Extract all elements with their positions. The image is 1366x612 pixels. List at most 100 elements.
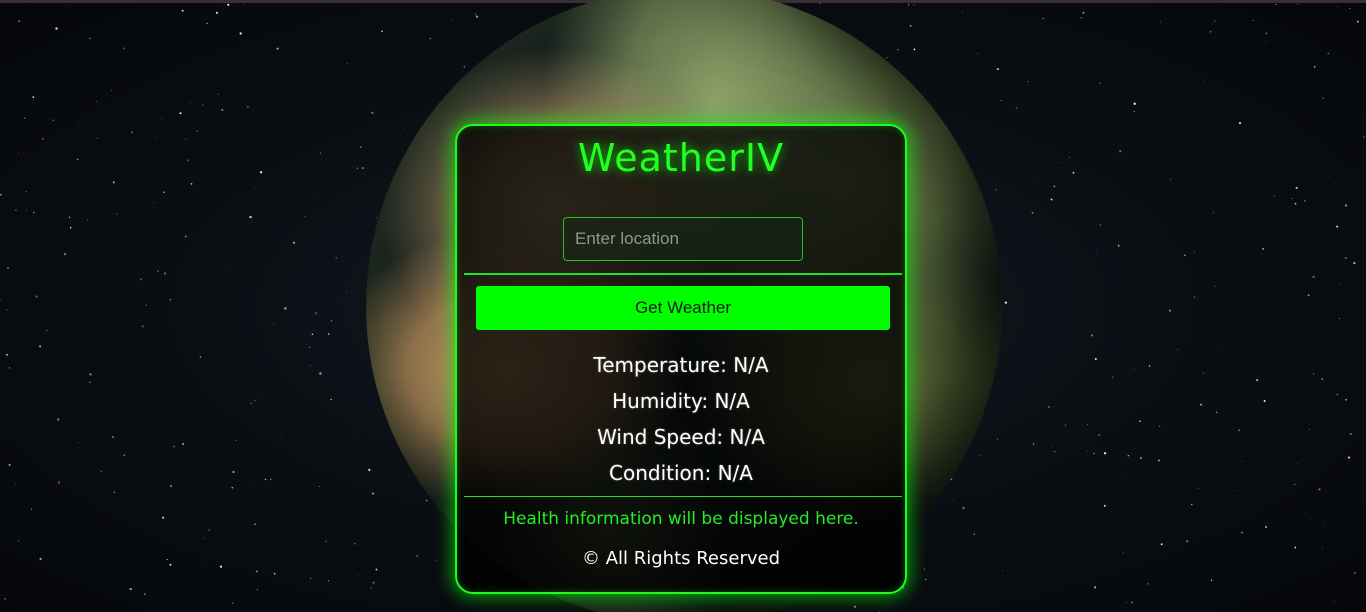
star xyxy=(416,554,419,557)
star xyxy=(368,468,371,471)
star xyxy=(89,381,91,383)
star xyxy=(1318,488,1321,491)
star xyxy=(1202,81,1204,83)
star xyxy=(1334,601,1336,603)
star xyxy=(179,112,182,115)
star xyxy=(32,96,35,99)
star xyxy=(162,516,165,519)
star xyxy=(370,587,373,589)
star xyxy=(1004,301,1008,304)
star xyxy=(31,508,33,510)
star xyxy=(45,329,48,332)
star xyxy=(211,366,213,368)
star xyxy=(68,216,71,218)
get-weather-button[interactable]: Get Weather xyxy=(476,286,890,330)
star xyxy=(1094,586,1097,589)
star xyxy=(215,11,218,14)
star xyxy=(1139,457,1142,459)
star xyxy=(973,533,975,535)
star xyxy=(202,104,204,106)
star xyxy=(1265,32,1268,35)
star xyxy=(353,542,356,545)
star xyxy=(1238,121,1242,125)
star xyxy=(14,209,17,212)
star xyxy=(346,63,348,64)
star xyxy=(961,11,963,13)
star xyxy=(130,131,134,134)
star xyxy=(1000,100,1002,102)
star xyxy=(401,610,403,612)
star xyxy=(239,32,242,35)
star xyxy=(7,267,9,269)
star xyxy=(1191,503,1193,506)
star xyxy=(39,345,42,348)
star xyxy=(202,563,204,565)
star xyxy=(989,197,991,199)
divider xyxy=(464,496,902,497)
star xyxy=(907,4,910,6)
star xyxy=(1124,476,1126,477)
star xyxy=(429,37,432,40)
star xyxy=(1307,294,1310,297)
humidity-reading: Humidity: N/A xyxy=(612,389,750,413)
star xyxy=(1117,244,1120,247)
star xyxy=(363,585,365,586)
star xyxy=(475,15,479,18)
star xyxy=(1256,379,1259,382)
star xyxy=(1027,81,1029,83)
star xyxy=(181,9,184,12)
star xyxy=(1096,253,1097,255)
star xyxy=(913,4,915,6)
star xyxy=(1053,450,1056,453)
star xyxy=(1265,41,1267,42)
star xyxy=(1323,523,1325,524)
star xyxy=(112,436,114,439)
star xyxy=(140,278,142,281)
star xyxy=(1059,327,1061,329)
star xyxy=(359,146,362,149)
star xyxy=(153,202,155,204)
star xyxy=(4,598,6,600)
star xyxy=(1184,254,1186,256)
temperature-reading: Temperature: N/A xyxy=(593,353,769,377)
star xyxy=(1349,8,1351,10)
star xyxy=(962,506,965,510)
star xyxy=(1214,285,1216,287)
star xyxy=(281,434,282,435)
star xyxy=(244,4,245,5)
star xyxy=(1265,526,1268,528)
star xyxy=(1241,461,1243,463)
star xyxy=(1170,178,1172,180)
star xyxy=(9,120,11,122)
star xyxy=(1197,488,1199,490)
star xyxy=(1309,517,1311,519)
star xyxy=(1294,546,1297,549)
star xyxy=(259,171,263,174)
star xyxy=(1327,52,1330,55)
star xyxy=(338,296,340,298)
star xyxy=(256,589,258,591)
star xyxy=(309,365,311,367)
star xyxy=(1160,543,1163,546)
star xyxy=(1237,429,1240,432)
star xyxy=(15,482,16,484)
star xyxy=(254,187,255,189)
star xyxy=(1212,212,1214,214)
star xyxy=(68,4,70,6)
star xyxy=(325,540,327,543)
star xyxy=(77,124,79,126)
star xyxy=(255,570,258,573)
star xyxy=(1193,252,1195,253)
star xyxy=(1209,30,1212,33)
star xyxy=(103,69,105,71)
star xyxy=(1294,202,1297,205)
divider xyxy=(464,273,902,275)
star xyxy=(1086,424,1088,426)
star xyxy=(1310,315,1312,317)
star xyxy=(1241,531,1243,534)
star xyxy=(186,159,189,162)
star xyxy=(185,138,187,141)
star xyxy=(1065,424,1067,426)
star xyxy=(1111,376,1114,378)
location-input[interactable] xyxy=(563,217,803,261)
